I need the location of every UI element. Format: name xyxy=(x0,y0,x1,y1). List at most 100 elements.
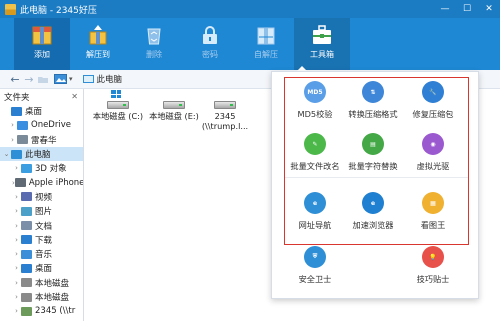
tree-item-label: 3D 对象 xyxy=(35,164,67,175)
title-bar: 此电脑 - 2345好压 — ☐ ✕ xyxy=(0,0,500,18)
replace-text-icon: ▤ xyxy=(362,133,384,155)
extract-to-icon xyxy=(89,25,107,45)
expand-arrow-icon[interactable]: › xyxy=(12,193,21,201)
tree-item[interactable]: ⌄ 此电脑 xyxy=(0,146,83,162)
expand-arrow-icon[interactable]: › xyxy=(12,236,21,244)
add-archive-icon xyxy=(32,26,52,45)
tool-browser-e[interactable]: e 网址导航 xyxy=(283,192,347,231)
tree-item-label: 本地磁盘 xyxy=(35,293,70,303)
password-label: 密码 xyxy=(202,50,218,59)
expand-arrow-icon[interactable]: › xyxy=(8,121,17,129)
tree-list: 桌面 › OneDrive › 雷春华 ⌄ 此电脑 › 3D 对象 › Apple iPhone › 视… xyxy=(0,104,83,318)
tree-item[interactable]: 桌面 xyxy=(0,104,83,118)
tree-item[interactable]: › 下载 xyxy=(0,233,83,247)
expand-arrow-icon[interactable]: › xyxy=(12,207,21,215)
path-breadcrumb[interactable]: 此电脑 xyxy=(77,72,123,87)
app-logo-icon xyxy=(5,3,16,15)
tool-speed-browser[interactable]: e 加速浏览器 xyxy=(341,192,405,231)
tree-item-label: 文档 xyxy=(35,221,53,232)
tool-label: MD5校验 xyxy=(297,109,333,119)
expand-arrow-icon[interactable]: › xyxy=(12,222,21,230)
close-icon[interactable]: ✕ xyxy=(71,92,78,101)
tree-item[interactable]: › 本地磁盘 xyxy=(0,276,83,290)
folder-tree: 文件夹 ✕ 桌面 › OneDrive › 雷春华 ⌄ 此电脑 › 3D 对象 › Apple iP… xyxy=(0,89,84,321)
tool-label: 转换压缩格式 xyxy=(348,109,398,119)
back-button[interactable]: ← xyxy=(8,72,22,87)
tree-item[interactable]: › 3D 对象 xyxy=(0,161,83,175)
path-text: 此电脑 xyxy=(96,75,123,85)
tool-convert-format[interactable]: ⇅ 转换压缩格式 xyxy=(341,81,405,120)
recycle-bin-icon xyxy=(147,28,161,45)
tree-item-label: Apple iPhone xyxy=(28,177,84,188)
delete-button[interactable]: 删除 xyxy=(126,18,182,70)
expand-arrow-icon[interactable]: › xyxy=(12,250,21,258)
forward-button[interactable]: → xyxy=(22,72,36,87)
folder-tree-header: 文件夹 ✕ xyxy=(0,89,83,104)
drive-item-e[interactable]: 本地磁盘 (E:) xyxy=(145,97,203,121)
toolbox-button[interactable]: 工具箱 xyxy=(294,18,350,70)
tree-item-label: 图片 xyxy=(35,207,53,218)
tool-wrench[interactable]: 🔧 修复压缩包 xyxy=(401,81,465,120)
tool-label: 批量字符替换 xyxy=(348,161,398,171)
tree-item[interactable]: › 音乐 xyxy=(0,247,83,261)
tree-item-label: 雷春华 xyxy=(31,135,57,146)
add-button[interactable]: 添加 xyxy=(14,18,70,70)
tool-label: 批量文件改名 xyxy=(290,161,340,171)
tree-item[interactable]: › 文档 xyxy=(0,218,83,232)
tool-rename[interactable]: ✎ 批量文件改名 xyxy=(283,133,347,172)
expand-arrow-icon[interactable]: › xyxy=(12,307,21,315)
folder-icon xyxy=(11,106,22,116)
panel-divider xyxy=(284,177,469,178)
expand-arrow-icon[interactable]: › xyxy=(12,164,21,172)
tree-item-label: 音乐 xyxy=(35,250,53,261)
expand-arrow-icon[interactable]: › xyxy=(12,293,21,301)
lock-icon xyxy=(203,26,217,44)
tool-label: 安全卫士 xyxy=(298,274,332,284)
toolbox-icon xyxy=(313,25,331,44)
window-controls: — ☐ ✕ xyxy=(434,0,500,18)
folder-icon xyxy=(14,178,26,188)
drive-item-network[interactable]: 2345 (\\trump.l... xyxy=(196,97,254,131)
computer-icon xyxy=(82,75,94,83)
tool-md5[interactable]: MD5 MD5校验 xyxy=(283,81,347,120)
folder-icon xyxy=(21,278,32,288)
tool-disc[interactable]: ◉ 虚拟光驱 xyxy=(401,133,465,172)
folder-icon xyxy=(21,292,32,302)
view-menu-button[interactable]: ▾ xyxy=(54,72,73,87)
self-extract-label: 自解压 xyxy=(254,50,278,59)
tool-lightbulb[interactable]: 💡 技巧贴士 xyxy=(401,246,465,285)
tree-item-label: 此电脑 xyxy=(25,150,51,161)
view-dropdown-icon: ▾ xyxy=(69,75,73,83)
folder-icon xyxy=(21,206,32,216)
tool-image-viewer[interactable]: ▦ 看图王 xyxy=(401,192,465,231)
expand-arrow-icon[interactable]: › xyxy=(8,136,17,144)
drive-item-c[interactable]: 本地磁盘 (C:) xyxy=(89,90,147,121)
tree-item-label: 本地磁盘 xyxy=(35,278,70,289)
self-extract-button[interactable]: 自解压 xyxy=(238,18,294,70)
tool-shield[interactable]: ⛨ 安全卫士 xyxy=(283,246,347,285)
password-button[interactable]: 密码 xyxy=(182,18,238,70)
tree-item[interactable]: › 图片 xyxy=(0,204,83,218)
tree-item[interactable]: › OneDrive xyxy=(0,118,83,132)
tree-item[interactable]: › 桌面 xyxy=(0,261,83,275)
tree-item[interactable]: › 雷春华 xyxy=(0,133,83,147)
rename-icon: ✎ xyxy=(304,133,326,155)
tree-item[interactable]: › 2345 (\\tr xyxy=(0,304,83,318)
up-folder-button[interactable] xyxy=(36,72,50,87)
tree-item[interactable]: › Apple iPhone xyxy=(0,175,83,189)
drive-label: 本地磁盘 (C:) xyxy=(92,111,144,121)
extract-to-button[interactable]: 解压到 xyxy=(70,18,126,70)
folder-icon xyxy=(17,120,28,130)
main-toolbar: 添加 解压到 删除 密码 自解压 工具箱 xyxy=(0,18,500,70)
expand-arrow-icon[interactable]: › xyxy=(12,279,21,287)
tree-item-label: 桌面 xyxy=(25,107,43,118)
tool-replace-text[interactable]: ▤ 批量字符替换 xyxy=(341,133,405,172)
expand-arrow-icon[interactable]: › xyxy=(12,264,21,272)
tree-item[interactable]: › 视频 xyxy=(0,190,83,204)
expand-arrow-icon[interactable]: ⌄ xyxy=(2,150,11,158)
minimize-button[interactable]: — xyxy=(434,0,456,18)
tree-item[interactable]: › 本地磁盘 xyxy=(0,290,83,304)
close-button[interactable]: ✕ xyxy=(478,0,500,18)
maximize-button[interactable]: ☐ xyxy=(456,0,478,18)
folder-icon xyxy=(21,221,32,231)
